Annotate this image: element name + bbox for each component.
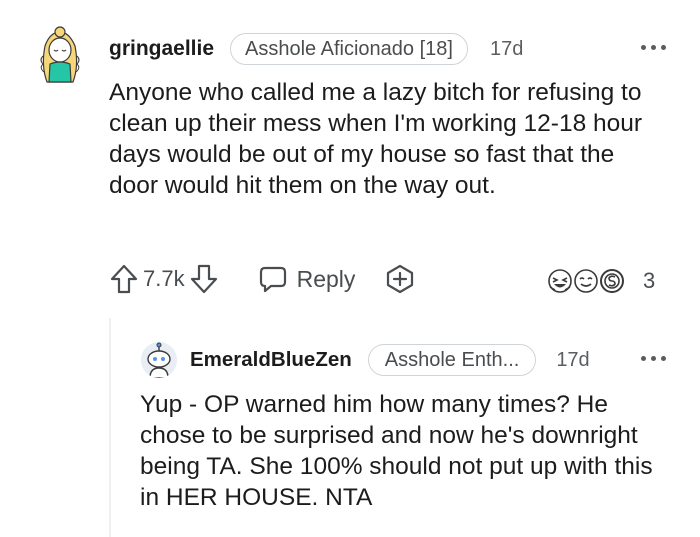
add-award-icon[interactable]: [385, 264, 415, 294]
username[interactable]: gringaellie: [109, 37, 214, 61]
award-icons: [548, 269, 624, 293]
awards[interactable]: 3: [547, 266, 655, 296]
comment-thread: gringaellie Asshole Aficionado [18] 17d …: [0, 0, 700, 537]
comment-body: Anyone who called me a lazy bitch for re…: [109, 79, 643, 199]
reply-body: Yup - OP warned him how many times? He c…: [140, 391, 653, 511]
username[interactable]: EmeraldBlueZen: [190, 348, 352, 372]
avatar[interactable]: [35, 26, 85, 84]
speech-bubble-icon: [259, 266, 286, 293]
user-flair[interactable]: Asshole Aficionado [18]: [230, 33, 468, 65]
reply-label: Reply: [296, 265, 356, 292]
reply-meta: EmeraldBlueZen Asshole Enth... 17d: [190, 344, 590, 376]
upvote-arrow-icon[interactable]: [110, 264, 138, 294]
downvote-arrow-icon[interactable]: [190, 264, 218, 294]
thread-line[interactable]: [109, 318, 111, 537]
reply-age: 17d: [556, 348, 590, 371]
comment-actions: 7.7k Reply: [110, 262, 415, 296]
comment-age: 17d: [489, 37, 524, 60]
comment-meta: gringaellie Asshole Aficionado [18] 17d: [109, 33, 523, 65]
reply-button[interactable]: Reply: [258, 265, 356, 293]
vote-score: 7.7k: [143, 266, 185, 291]
user-avatar-icon: [142, 342, 176, 378]
more-options-icon[interactable]: [641, 356, 666, 361]
user-avatar-icon: [40, 26, 80, 83]
avatar[interactable]: [141, 342, 177, 378]
award-count: 3: [643, 268, 656, 293]
more-options-icon[interactable]: [641, 45, 666, 50]
user-flair[interactable]: Asshole Enth...: [367, 344, 537, 376]
